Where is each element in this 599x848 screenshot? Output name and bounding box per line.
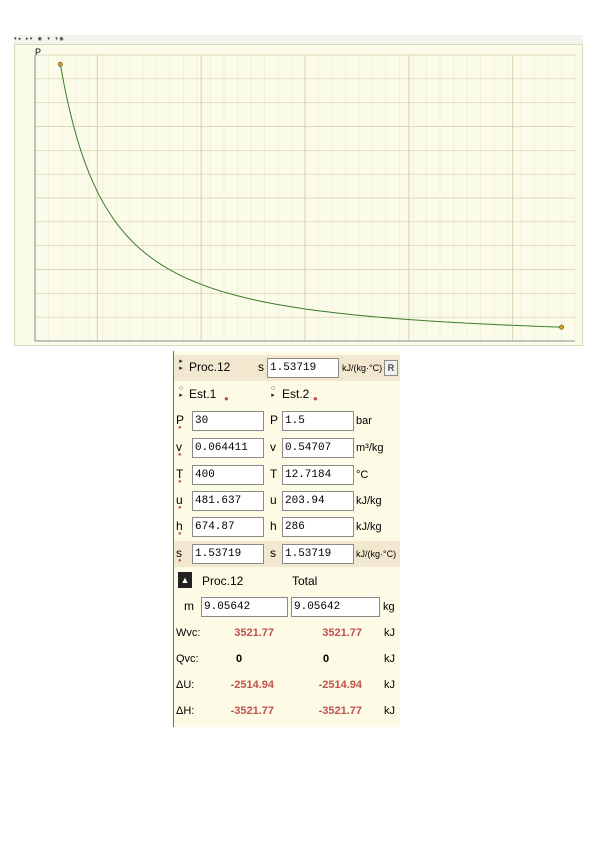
state2-prop-input[interactable]: 286 bbox=[282, 517, 354, 537]
state1-toggle-icon[interactable]: ○ ▸ bbox=[177, 385, 185, 399]
process-header-row: ▸ ▸ Proc.12 s 1.53719 kJ/(kg·°C) R bbox=[174, 355, 400, 381]
energy-value-total: -3521.77 bbox=[318, 705, 362, 717]
state2-prop-label: s bbox=[270, 546, 276, 560]
chart-grid bbox=[34, 54, 576, 342]
totals-col1-header: Proc.12 bbox=[202, 574, 244, 588]
energy-value-total: 0 bbox=[322, 653, 330, 665]
mass-unit: kg bbox=[383, 601, 395, 613]
mass-input-process[interactable]: 9.05642 bbox=[201, 597, 288, 617]
energy-unit: kJ bbox=[384, 627, 395, 639]
prop-unit: kJ/kg bbox=[356, 495, 382, 507]
state1-prop-input[interactable]: 481.637 bbox=[192, 491, 264, 511]
prop-unit: bar bbox=[356, 415, 372, 427]
state-marker-1 bbox=[57, 61, 63, 67]
state1-prop-input[interactable]: 674.87 bbox=[192, 517, 264, 537]
energy-value-process: -2514.94 bbox=[230, 679, 274, 691]
mass-input-total[interactable]: 9.05642 bbox=[291, 597, 380, 617]
process-curve bbox=[59, 64, 562, 328]
energy-value-total: -2514.94 bbox=[318, 679, 362, 691]
state-prop-row: T ● 400 T 12.7184 °C bbox=[174, 462, 400, 488]
state-prop-row: h ● 674.87 h 286 kJ/kg bbox=[174, 514, 400, 540]
prop-unit: kJ/(kg·°C) bbox=[356, 549, 397, 559]
energy-unit: kJ bbox=[384, 705, 395, 717]
mass-label: m bbox=[184, 599, 194, 613]
energy-label: Qvc: bbox=[176, 653, 199, 665]
state2-prop-input[interactable]: 1.5 bbox=[282, 411, 354, 431]
lock-icon[interactable]: ● bbox=[178, 425, 182, 431]
pv-chart[interactable]: P bbox=[14, 44, 583, 346]
toolbar-item[interactable]: ▾ ◉ bbox=[55, 36, 63, 42]
energy-label: Wvc: bbox=[176, 627, 201, 639]
state1-prop-input[interactable]: 30 bbox=[192, 411, 264, 431]
process-name: Proc.12 bbox=[189, 360, 231, 374]
energy-row: Qvc: 0 0 kJ bbox=[174, 647, 400, 673]
energy-value-process: -3521.77 bbox=[230, 705, 274, 717]
state2-prop-input[interactable]: 203.94 bbox=[282, 491, 354, 511]
state2-prop-label: h bbox=[270, 519, 277, 533]
lock-icon[interactable]: ● bbox=[313, 394, 318, 403]
energy-row: Wvc: 3521.77 3521.77 kJ bbox=[174, 621, 400, 647]
state2-prop-input[interactable]: 0.54707 bbox=[282, 438, 354, 458]
lock-icon[interactable]: ● bbox=[224, 394, 229, 403]
state1-prop-input[interactable]: 1.53719 bbox=[192, 544, 264, 564]
state2-toggle-icon[interactable]: ○ ▸ bbox=[269, 385, 277, 399]
state-prop-row: P ● 30 P 1.5 bar bbox=[174, 408, 400, 434]
energy-label: ΔH: bbox=[176, 705, 195, 717]
lock-icon[interactable]: ● bbox=[178, 531, 182, 537]
toolbar-item[interactable]: ▾ ◂ bbox=[14, 36, 20, 42]
mass-lock-icon[interactable]: ▲ bbox=[178, 572, 192, 588]
totals-col2-header: Total bbox=[292, 574, 318, 588]
reset-button[interactable]: R bbox=[384, 360, 398, 376]
process-prop-label: s bbox=[258, 360, 264, 374]
process-prop-unit: kJ/(kg·°C) bbox=[342, 363, 383, 373]
energy-row: ΔH: -3521.77 -3521.77 kJ bbox=[174, 699, 400, 725]
energy-label: ΔU: bbox=[176, 679, 195, 691]
state-marker-2 bbox=[559, 324, 565, 330]
state2-prop-input[interactable]: 12.7184 bbox=[282, 465, 354, 485]
totals-header-row: ▲ Proc.12 Total bbox=[174, 569, 400, 595]
expand-icon[interactable]: ▸ ▸ bbox=[177, 358, 185, 372]
lock-icon[interactable]: ● bbox=[178, 505, 182, 511]
y-axis-label: P bbox=[35, 47, 41, 57]
state2-prop-label: T bbox=[270, 467, 278, 481]
state2-prop-input[interactable]: 1.53719 bbox=[282, 544, 354, 564]
state2-prop-label: v bbox=[270, 440, 276, 454]
prop-unit: kJ/kg bbox=[356, 521, 382, 533]
process-prop-input[interactable]: 1.53719 bbox=[267, 358, 339, 378]
state1-name: Est.1 bbox=[189, 387, 217, 401]
pv-chart-svg: P bbox=[34, 47, 576, 342]
toolbar-item[interactable]: ◉ bbox=[38, 36, 42, 42]
state-prop-row: s ● 1.53719 s 1.53719 kJ/(kg·°C) bbox=[174, 541, 400, 567]
lock-icon[interactable]: ● bbox=[178, 479, 182, 485]
energy-value-process: 0 bbox=[235, 653, 243, 665]
state2-prop-label: u bbox=[270, 493, 277, 507]
mass-row: m 9.05642 9.05642 kg bbox=[174, 594, 400, 620]
state-markers bbox=[57, 61, 565, 330]
lock-icon[interactable]: ● bbox=[178, 452, 182, 458]
energy-unit: kJ bbox=[384, 679, 395, 691]
state1-prop-input[interactable]: 0.064411 bbox=[192, 438, 264, 458]
energy-value-process: 3521.77 bbox=[234, 627, 274, 639]
energy-value-total: 3521.77 bbox=[322, 627, 362, 639]
lock-icon[interactable]: ● bbox=[178, 558, 182, 564]
energy-unit: kJ bbox=[384, 653, 395, 665]
prop-unit: m³/kg bbox=[356, 442, 384, 454]
state-prop-row: v ● 0.064411 v 0.54707 m³/kg bbox=[174, 435, 400, 461]
toolbar-item[interactable]: ▾ bbox=[47, 36, 50, 42]
property-panel: ▸ ▸ Proc.12 s 1.53719 kJ/(kg·°C) R ○ ▸ Est… bbox=[173, 351, 400, 727]
state-header-row: ○ ▸ Est.1 ● ○ ▸ Est.2 ● bbox=[174, 383, 400, 409]
state2-name: Est.2 bbox=[282, 387, 310, 401]
toolbar-item[interactable]: ▸ ▾ bbox=[26, 36, 32, 42]
state-prop-row: u ● 481.637 u 203.94 kJ/kg bbox=[174, 488, 400, 514]
state2-prop-label: P bbox=[270, 413, 279, 427]
state1-prop-input[interactable]: 400 bbox=[192, 465, 264, 485]
prop-unit: °C bbox=[356, 469, 369, 481]
energy-row: ΔU: -2514.94 -2514.94 kJ bbox=[174, 673, 400, 699]
